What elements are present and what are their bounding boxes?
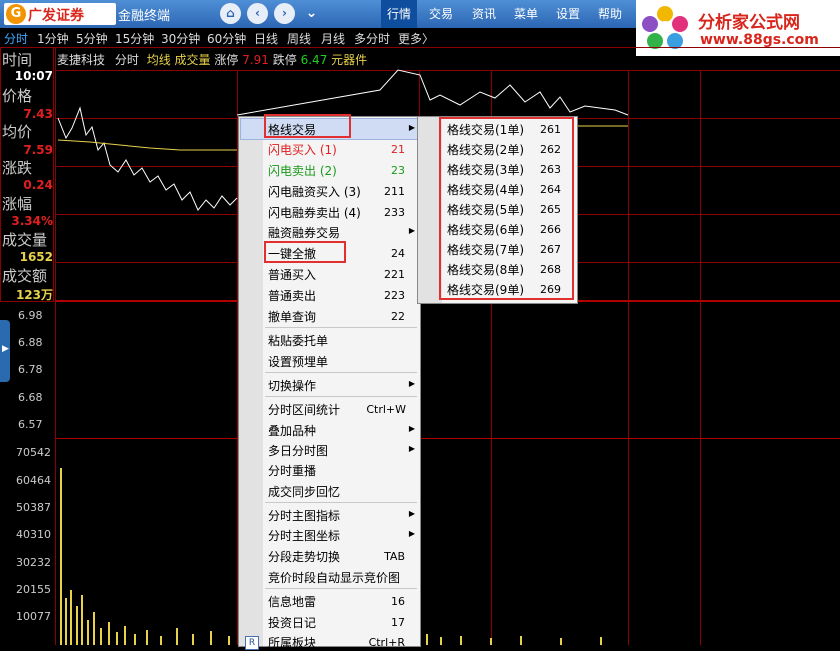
- menu-shortcut: 221: [384, 268, 405, 281]
- menu-item-info-mine[interactable]: 信息地雷: [268, 593, 316, 610]
- avg-line: [57, 139, 237, 151]
- price-line-right: [236, 69, 629, 116]
- volume-bar: [76, 606, 78, 645]
- volume-bar: [134, 634, 136, 645]
- menu-item-overlay[interactable]: 叠加品种: [268, 422, 316, 439]
- menu-shortcut: 223: [384, 289, 405, 302]
- menu-item-main-indicator[interactable]: 分时主图指标: [268, 507, 340, 524]
- sector-icon: R: [245, 636, 259, 650]
- volume-bar: [100, 628, 102, 645]
- volume-bar: [192, 634, 194, 645]
- volume-bar: [228, 636, 230, 645]
- volume-bar: [460, 636, 462, 645]
- volume-bar: [116, 632, 118, 645]
- menu-item-flash-sell[interactable]: 闪电卖出 (2): [268, 162, 337, 179]
- menu-item-cancel-query[interactable]: 撤单查询: [268, 308, 316, 325]
- menu-item-replay[interactable]: 分时重播: [268, 462, 316, 479]
- menu-item-segment-switch[interactable]: 分段走势切换: [268, 548, 340, 565]
- menu-item-preset-order[interactable]: 设置预埋单: [268, 353, 328, 370]
- volume-bar: [490, 638, 492, 645]
- menu-shortcut: 211: [384, 185, 405, 198]
- price-line: [57, 106, 238, 211]
- submenu-arrow-icon: ▶: [408, 444, 415, 453]
- volume-bar: [65, 598, 67, 645]
- volume-bar: [560, 638, 562, 645]
- menu-item-journal[interactable]: 投资日记: [268, 614, 316, 631]
- submenu-arrow-icon: ▶: [408, 226, 415, 235]
- menu-item-auction-chart[interactable]: 竞价时段自动显示竞价图: [268, 569, 400, 586]
- annotation-box-cancel-all: [264, 241, 346, 263]
- volume-bar: [87, 620, 89, 645]
- menu-shortcut: Ctrl+R: [368, 636, 405, 649]
- menu-item-margin-trading[interactable]: 融资融券交易: [268, 224, 340, 241]
- volume-bar: [70, 590, 72, 645]
- volume-bar: [81, 595, 83, 645]
- menu-item-normal-sell[interactable]: 普通卖出: [268, 287, 316, 304]
- submenu-arrow-icon: ▶: [408, 509, 415, 518]
- submenu-arrow-icon: ▶: [408, 424, 415, 433]
- volume-bar: [124, 626, 126, 645]
- menu-separator: [265, 372, 417, 373]
- submenu-arrow-icon: ▶: [408, 123, 415, 132]
- menu-item-normal-buy[interactable]: 普通买入: [268, 266, 316, 283]
- volume-bar: [93, 612, 95, 645]
- menu-item-multi-day[interactable]: 多日分时图: [268, 442, 328, 459]
- volume-bar: [146, 630, 148, 645]
- volume-bar: [600, 637, 602, 645]
- menu-separator: [265, 588, 417, 589]
- submenu-arrow-icon: ▶: [408, 379, 415, 388]
- volume-bar: [520, 636, 522, 645]
- volume-bar: [426, 634, 428, 645]
- context-menu: 格线交易 ▶ 闪电买入 (1) 21 闪电卖出 (2) 23 闪电融资买入 (3…: [238, 116, 421, 650]
- menu-shortcut: Ctrl+W: [366, 403, 406, 416]
- menu-item-main-axis[interactable]: 分时主图坐标: [268, 527, 340, 544]
- menu-shortcut: TAB: [384, 550, 405, 563]
- annotation-box-submenu: [439, 117, 574, 300]
- menu-item-flash-margin-buy[interactable]: 闪电融资买入 (3): [268, 183, 361, 200]
- menu-item-trade-recall[interactable]: 成交同步回忆: [268, 483, 340, 500]
- menu-shortcut: 24: [391, 247, 405, 260]
- menu-item-paste-order[interactable]: 粘贴委托单: [268, 332, 328, 349]
- annotation-box-grid-trade: [264, 114, 351, 138]
- volume-bar: [60, 468, 62, 645]
- menu-icon-strip: [239, 117, 263, 646]
- volume-bar: [160, 636, 162, 645]
- volume-bar: [440, 637, 442, 645]
- menu-shortcut: 23: [391, 164, 405, 177]
- menu-shortcut: 22: [391, 310, 405, 323]
- menu-shortcut: 16: [391, 595, 405, 608]
- menu-item-flash-short-sell[interactable]: 闪电融券卖出 (4): [268, 204, 361, 221]
- menu-item-flash-buy[interactable]: 闪电买入 (1): [268, 141, 337, 158]
- menu-shortcut: 21: [391, 143, 405, 156]
- menu-separator: [265, 396, 417, 397]
- menu-item-range-stats[interactable]: 分时区间统计: [268, 401, 340, 418]
- menu-separator: [265, 502, 417, 503]
- volume-bar: [210, 631, 212, 645]
- submenu-arrow-icon: ▶: [408, 529, 415, 538]
- menu-shortcut: 233: [384, 206, 405, 219]
- menu-shortcut: 17: [391, 616, 405, 629]
- volume-bar: [176, 628, 178, 645]
- menu-item-sector[interactable]: 所属板块: [268, 634, 316, 651]
- menu-separator: [265, 327, 417, 328]
- menu-item-switch-operation[interactable]: 切换操作: [268, 377, 316, 394]
- volume-bar: [108, 622, 110, 645]
